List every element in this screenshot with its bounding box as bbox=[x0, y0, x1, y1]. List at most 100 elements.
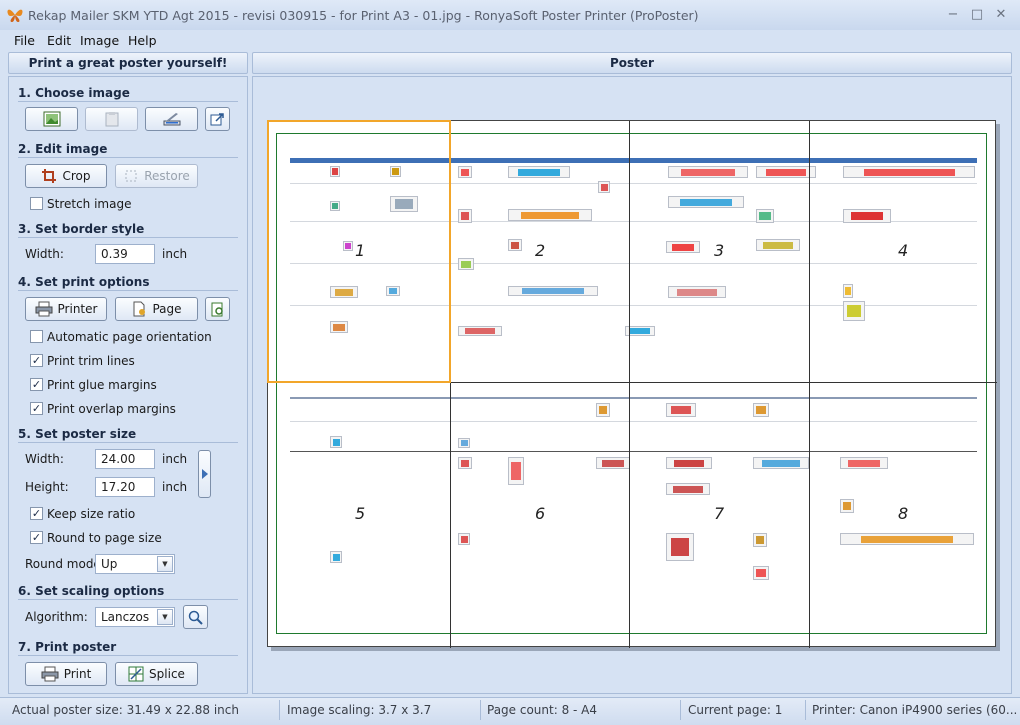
content-thumbnail bbox=[330, 551, 342, 563]
scaling-preview-button[interactable] bbox=[183, 605, 208, 629]
algorithm-label: Algorithm: bbox=[25, 610, 88, 624]
poster-height-input[interactable]: 17.20 bbox=[95, 477, 155, 497]
splice-button[interactable]: Splice bbox=[115, 662, 198, 686]
splice-label: Splice bbox=[149, 667, 185, 681]
minimize-button[interactable]: − bbox=[942, 6, 964, 24]
page-number-5[interactable]: 5 bbox=[355, 504, 365, 523]
window-title: Rekap Mailer SKM YTD Agt 2015 - revisi 0… bbox=[28, 8, 699, 23]
content-thumbnail bbox=[598, 181, 610, 193]
content-thumbnail bbox=[458, 533, 470, 545]
page-number-6[interactable]: 6 bbox=[535, 504, 545, 523]
row-divider bbox=[290, 421, 977, 422]
paste-image-button[interactable] bbox=[85, 107, 138, 131]
chevron-down-icon: ▼ bbox=[157, 556, 173, 572]
keep-ratio-label: Keep size ratio bbox=[47, 507, 136, 521]
content-thumbnail bbox=[508, 166, 570, 178]
menu-edit[interactable]: Edit bbox=[47, 33, 71, 48]
keep-ratio-checkbox[interactable]: ✓ bbox=[30, 507, 43, 520]
status-actual-size: Actual poster size: 31.49 x 22.88 inch bbox=[12, 703, 239, 717]
content-thumbnail bbox=[666, 403, 696, 417]
status-current-page: Current page: 1 bbox=[688, 703, 783, 717]
printer-button[interactable]: Printer bbox=[25, 297, 107, 321]
content-thumbnail bbox=[840, 533, 974, 545]
scan-image-button[interactable] bbox=[145, 107, 198, 131]
menu-help[interactable]: Help bbox=[128, 33, 157, 48]
content-thumbnail bbox=[458, 438, 470, 448]
overlap-margins-checkbox[interactable]: ✓ bbox=[30, 402, 43, 415]
splice-icon bbox=[128, 666, 144, 682]
content-thumbnail bbox=[508, 457, 524, 485]
round-page-checkbox[interactable]: ✓ bbox=[30, 531, 43, 544]
page-number-3[interactable]: 3 bbox=[714, 241, 724, 260]
print-preview-icon bbox=[211, 302, 223, 316]
section-scaling: 6. Set scaling options bbox=[18, 584, 165, 598]
close-button[interactable]: ✕ bbox=[990, 6, 1012, 24]
content-thumbnail bbox=[753, 533, 767, 547]
content-thumbnail bbox=[668, 166, 748, 178]
crop-button[interactable]: Crop bbox=[25, 164, 107, 188]
maximize-button[interactable]: □ bbox=[966, 6, 988, 24]
page-button[interactable]: Page bbox=[115, 297, 198, 321]
section-divider bbox=[18, 157, 238, 158]
open-image-button[interactable] bbox=[25, 107, 78, 131]
poster-height-unit: inch bbox=[162, 480, 188, 494]
trim-lines-checkbox[interactable]: ✓ bbox=[30, 354, 43, 367]
poster-width-input[interactable]: 24.00 bbox=[95, 449, 155, 469]
auto-orientation-label: Automatic page orientation bbox=[47, 330, 212, 344]
border-width-input[interactable]: 0.39 bbox=[95, 244, 155, 264]
print-button[interactable]: Print bbox=[25, 662, 107, 686]
menu-file[interactable]: File bbox=[14, 33, 35, 48]
poster-width-label: Width: bbox=[25, 452, 64, 466]
status-divider bbox=[805, 700, 806, 720]
restore-button[interactable]: Restore bbox=[115, 164, 198, 188]
poster-panel-header: Poster bbox=[252, 52, 1012, 74]
status-divider bbox=[279, 700, 280, 720]
left-panel-header: Print a great poster yourself! bbox=[8, 52, 248, 74]
crop-icon bbox=[42, 169, 57, 183]
open-image-icon bbox=[43, 111, 60, 127]
section-border-style: 3. Set border style bbox=[18, 222, 145, 236]
content-thumbnail bbox=[668, 286, 726, 298]
poster-height-label: Height: bbox=[25, 480, 69, 494]
round-mode-select[interactable]: Up ▼ bbox=[95, 554, 175, 574]
expand-size-button[interactable] bbox=[198, 450, 211, 498]
page-number-2[interactable]: 2 bbox=[535, 241, 545, 260]
scanner-icon bbox=[163, 113, 180, 126]
section-divider bbox=[18, 101, 238, 102]
algorithm-value: Lanczos bbox=[101, 610, 150, 624]
page-number-4[interactable]: 4 bbox=[898, 241, 908, 260]
content-thumbnail bbox=[843, 166, 975, 178]
auto-orientation-checkbox[interactable] bbox=[30, 330, 43, 343]
page-number-7[interactable]: 7 bbox=[714, 504, 724, 523]
print-preview-button[interactable] bbox=[205, 297, 230, 321]
printer-label: Printer bbox=[57, 302, 98, 316]
menu-image[interactable]: Image bbox=[80, 33, 119, 48]
border-width-unit: inch bbox=[162, 247, 188, 261]
status-divider bbox=[480, 700, 481, 720]
trim-lines-label: Print trim lines bbox=[47, 354, 135, 368]
round-page-label: Round to page size bbox=[47, 531, 162, 545]
glue-margins-checkbox[interactable]: ✓ bbox=[30, 378, 43, 391]
poster-preview[interactable]: 1 2 3 4 5 6 7 8 bbox=[267, 120, 997, 648]
restore-label: Restore bbox=[144, 169, 190, 183]
content-thumbnail bbox=[508, 239, 522, 251]
selected-page-highlight[interactable] bbox=[267, 120, 451, 383]
section-print-options: 4. Set print options bbox=[18, 275, 150, 289]
export-image-button[interactable] bbox=[205, 107, 230, 131]
stretch-image-checkbox[interactable] bbox=[30, 197, 43, 210]
overlap-margins-label: Print overlap margins bbox=[47, 402, 176, 416]
content-thumbnail bbox=[458, 258, 474, 270]
content-thumbnail bbox=[843, 209, 891, 223]
row-divider bbox=[290, 451, 977, 452]
print-label: Print bbox=[63, 667, 92, 681]
page-number-8[interactable]: 8 bbox=[898, 504, 908, 523]
content-thumbnail bbox=[458, 457, 472, 469]
page-boundary bbox=[809, 121, 810, 648]
algorithm-select[interactable]: Lanczos ▼ bbox=[95, 607, 175, 627]
section-print-poster: 7. Print poster bbox=[18, 640, 117, 654]
content-thumbnail bbox=[508, 286, 598, 296]
round-mode-label: Round mode: bbox=[25, 557, 105, 571]
crop-label: Crop bbox=[62, 169, 91, 183]
restore-icon bbox=[125, 170, 137, 182]
status-page-count: Page count: 8 - A4 bbox=[487, 703, 598, 717]
